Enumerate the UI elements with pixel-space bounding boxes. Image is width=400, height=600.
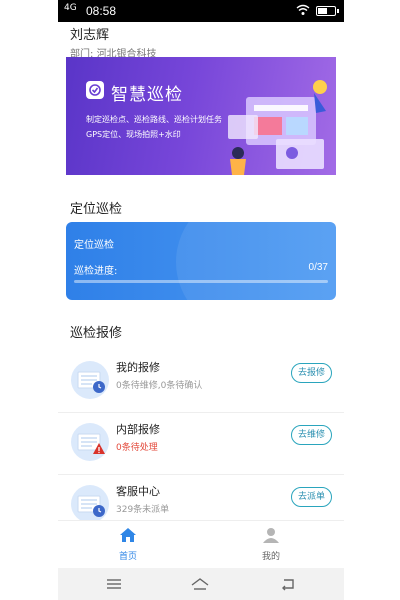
list-item-title: 客服中心 <box>116 485 160 498</box>
battery-tip <box>337 9 339 13</box>
progress-bar <box>74 280 328 283</box>
home-outline-icon[interactable] <box>190 576 210 592</box>
go-repair-button[interactable]: 去维修 <box>290 425 332 445</box>
list-item-subtitle: 0条待处理 <box>116 443 158 453</box>
list-item-my-repair[interactable]: 我的报修 0条待维修,0条待确认 去报修 <box>58 350 344 413</box>
location-section-title: 定位巡检 <box>70 202 123 217</box>
card-title: 定位巡检 <box>74 240 114 251</box>
banner-description-2: GPS定位、现场拍照+水印 <box>86 130 181 139</box>
list-item-internal-repair[interactable]: 内部报修 0条待处理 去维修 <box>58 412 344 475</box>
list-item-subtitle: 329条未派单 <box>116 505 170 515</box>
repair-section-title: 巡检报修 <box>70 326 123 341</box>
user-name: 刘志辉 <box>70 28 110 43</box>
tab-home[interactable]: 首页 <box>88 527 168 562</box>
promo-banner[interactable]: 智慧巡检 制定巡检点、巡检路线、巡检计划任务 GPS定位、现场拍照+水印 <box>66 57 336 175</box>
tab-home-label: 首页 <box>118 552 137 562</box>
signal-indicator: 4G <box>64 3 77 13</box>
clock-badge-icon <box>71 485 109 523</box>
status-time: 08:58 <box>86 4 117 18</box>
inspection-logo-icon <box>86 81 104 99</box>
home-icon <box>120 528 136 542</box>
tab-me[interactable]: 我的 <box>231 527 311 562</box>
carousel-dots <box>184 165 219 175</box>
phone-screen: 4G 08:58 刘志辉 部门: 河北银合科技 智慧巡检 制定巡检点、巡检路线、… <box>58 0 344 600</box>
list-item-title: 我的报修 <box>116 361 160 374</box>
banner-description-1: 制定巡检点、巡检路线、巡检计划任务 <box>86 115 222 124</box>
banner-title: 智慧巡检 <box>111 85 183 105</box>
bottom-tab-bar: 首页 我的 <box>58 520 344 569</box>
user-icon <box>263 528 279 543</box>
status-bar: 4G 08:58 <box>58 0 344 22</box>
location-inspection-card[interactable]: 定位巡检 巡检进度: 0/37 <box>66 222 336 300</box>
progress-count: 0/37 <box>308 262 328 273</box>
progress-label: 巡检进度: <box>74 266 118 277</box>
warning-badge-icon <box>71 423 109 461</box>
list-item-subtitle: 0条待维修,0条待确认 <box>116 381 203 391</box>
banner-illustration <box>228 80 327 175</box>
card-decoration <box>176 222 336 300</box>
go-report-button[interactable]: 去报修 <box>290 363 332 383</box>
wifi-icon <box>296 4 310 15</box>
tab-me-label: 我的 <box>261 552 280 562</box>
menu-icon[interactable] <box>104 576 124 592</box>
go-dispatch-button[interactable]: 去派单 <box>290 487 332 507</box>
system-nav-bar <box>58 568 344 600</box>
clock-badge-icon <box>71 361 109 399</box>
list-item-title: 内部报修 <box>116 423 160 436</box>
back-icon[interactable] <box>278 576 298 592</box>
battery-icon <box>316 6 336 16</box>
